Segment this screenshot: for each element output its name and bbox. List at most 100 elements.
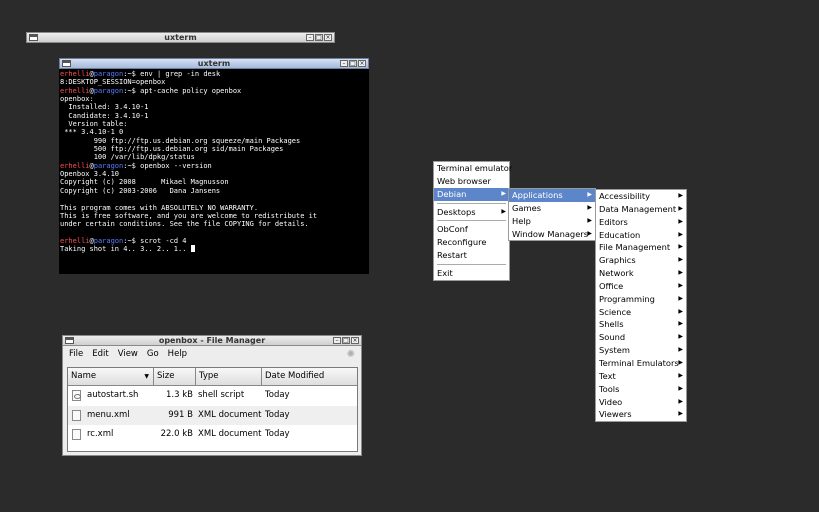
file-name-cell[interactable]: rc.xml: [68, 425, 154, 445]
root-menu-item-exit[interactable]: Exit: [434, 267, 509, 280]
column-header-type[interactable]: Type: [196, 368, 262, 385]
menu-item-label: Applications: [512, 190, 563, 200]
column-header-name[interactable]: Name ▼: [68, 368, 154, 385]
uxterm-shaded-window[interactable]: uxterm – □ ×: [26, 32, 335, 43]
applications-menu-item-science[interactable]: Science ▶: [596, 306, 686, 319]
applications-menu-item-education[interactable]: Education ▶: [596, 229, 686, 242]
applications-menu-item-terminal-emulators[interactable]: Terminal Emulators ▶: [596, 357, 686, 370]
output-text: Copyright (c) 2008 Mikael Magnusson: [60, 178, 229, 187]
applications-menu-item-accessibility[interactable]: Accessibility ▶: [596, 190, 686, 203]
menu-file[interactable]: File: [69, 349, 83, 359]
menu-edit[interactable]: Edit: [92, 349, 108, 359]
column-header-size[interactable]: Size: [154, 368, 196, 385]
applications-menu-item-editors[interactable]: Editors ▶: [596, 216, 686, 229]
maximize-button[interactable]: □: [342, 337, 350, 344]
file-name: rc.xml: [87, 429, 114, 439]
prompt-user: erhelli: [60, 236, 90, 245]
menu-item-label: Editors: [599, 216, 628, 227]
close-button[interactable]: ×: [358, 60, 366, 67]
terminal-line: Candidate: 3.4.10-1: [60, 112, 368, 120]
applications-menu-item-system[interactable]: System ▶: [596, 344, 686, 357]
column-header-label: Size: [157, 371, 175, 381]
table-row[interactable]: menu.xml 991 B XML document Today: [68, 405, 357, 426]
applications-menu-item-file-management[interactable]: File Management ▶: [596, 241, 686, 254]
window-title: uxterm: [197, 59, 231, 68]
applications-menu-item-text[interactable]: Text ▶: [596, 370, 686, 383]
file-date-modified: Today: [265, 429, 290, 439]
debian-menu-item-window-managers[interactable]: Window Managers ▶: [509, 228, 595, 241]
root-menu-item-obconf[interactable]: ObConf: [434, 223, 509, 236]
file-size: 1.3 kB: [166, 390, 193, 400]
applications-menu-item-programming[interactable]: Programming ▶: [596, 293, 686, 306]
applications-submenu: Accessibility ▶ Data Management ▶ Editors ▶ Ed…: [595, 189, 687, 423]
uxterm-titlebar[interactable]: uxterm – □ ×: [59, 58, 369, 69]
file-name: autostart.sh: [87, 390, 139, 400]
terminal-line: 8:DESKTOP_SESSION=openbox: [60, 78, 368, 86]
debian-menu-item-applications[interactable]: Applications ▶: [509, 189, 595, 202]
uxterm-window[interactable]: uxterm – □ × erhelli@paragon:~$ env | gr…: [59, 58, 369, 274]
submenu-arrow-icon: ▶: [678, 371, 683, 379]
menu-item-label: ObConf: [437, 224, 468, 235]
menu-item-label: Video: [599, 396, 623, 407]
menu-item-label: Terminal emulator: [437, 163, 513, 173]
applications-menu-item-tools[interactable]: Tools ▶: [596, 383, 686, 396]
menubar: File Edit View Go Help: [63, 346, 361, 362]
debian-menu-item-games[interactable]: Games ▶: [509, 202, 595, 215]
column-header-date-modified[interactable]: Date Modified: [262, 368, 357, 385]
iconify-button[interactable]: –: [333, 337, 341, 344]
root-menu-item-desktops[interactable]: Desktops ▶: [434, 206, 509, 219]
prompt-host: paragon: [93, 70, 124, 78]
file-name-cell[interactable]: menu.xml: [68, 406, 154, 426]
maximize-button[interactable]: □: [315, 34, 323, 41]
iconify-button[interactable]: –: [306, 34, 314, 41]
menu-help[interactable]: Help: [168, 349, 187, 359]
debian-menu-item-help[interactable]: Help ▶: [509, 215, 595, 228]
menu-go[interactable]: Go: [147, 349, 159, 359]
root-menu-item-web-browser[interactable]: Web browser: [434, 175, 509, 188]
close-button[interactable]: ×: [324, 34, 332, 41]
menu-item-label: Data Management: [599, 203, 677, 214]
applications-menu-item-video[interactable]: Video ▶: [596, 396, 686, 409]
applications-menu-item-network[interactable]: Network ▶: [596, 267, 686, 280]
maximize-button[interactable]: □: [349, 60, 357, 67]
file-name-cell[interactable]: autostart.sh: [68, 386, 154, 406]
applications-menu-item-office[interactable]: Office ▶: [596, 280, 686, 293]
output-text: Taking shot in 4.. 3.. 2.. 1..: [60, 245, 191, 254]
applications-menu-item-shells[interactable]: Shells ▶: [596, 318, 686, 331]
column-header-label: Type: [199, 371, 219, 381]
table-row[interactable]: autostart.sh 1.3 kB shell script Today: [68, 386, 357, 406]
command-text: env | grep -in desk: [140, 70, 221, 78]
root-menu-item-restart[interactable]: Restart: [434, 249, 509, 262]
file-list[interactable]: Name ▼ Size Type Date Modified autostart…: [67, 367, 358, 452]
iconify-button[interactable]: –: [340, 60, 348, 67]
table-row[interactable]: rc.xml 22.0 kB XML document Today: [68, 425, 357, 445]
applications-menu-item-viewers[interactable]: Viewers ▶: [596, 408, 686, 421]
root-menu-item-debian[interactable]: Debian ▶: [434, 187, 509, 201]
applications-menu-item-data-management[interactable]: Data Management ▶: [596, 203, 686, 216]
root-menu-item-reconfigure[interactable]: Reconfigure: [434, 236, 509, 249]
file-manager-window[interactable]: openbox - File Manager – □ × File Edit V…: [62, 335, 362, 456]
file-type: shell script: [198, 390, 245, 400]
file-date-modified: Today: [265, 409, 290, 420]
file-size: 991 B: [168, 409, 193, 420]
menu-item-label: Games: [512, 202, 542, 213]
submenu-arrow-icon: ▶: [501, 189, 506, 197]
file-manager-titlebar[interactable]: openbox - File Manager – □ ×: [62, 335, 362, 346]
submenu-arrow-icon: ▶: [678, 204, 683, 212]
output-text: Version table:: [60, 120, 128, 129]
submenu-arrow-icon: ▶: [678, 410, 683, 418]
close-button[interactable]: ×: [351, 337, 359, 344]
submenu-arrow-icon: ▶: [587, 191, 592, 198]
terminal-output[interactable]: erhelli@paragon:~$ env | grep -in desk 8:…: [59, 69, 369, 274]
terminal-line: erhelli@paragon:~$ apt-cache policy open…: [60, 87, 368, 95]
submenu-arrow-icon: ▶: [678, 243, 683, 251]
terminal-line: 500 ftp://ftp.us.debian.org sid/main Pac…: [60, 145, 368, 153]
output-text: This is free software, and you are welco…: [60, 211, 318, 220]
applications-menu-item-sound[interactable]: Sound ▶: [596, 331, 686, 344]
applications-menu-item-graphics[interactable]: Graphics ▶: [596, 254, 686, 267]
submenu-arrow-icon: ▶: [678, 384, 683, 392]
root-menu-item-terminal-emulator[interactable]: Terminal emulator: [434, 162, 513, 175]
prompt-user: erhelli: [60, 161, 90, 170]
uxterm-shaded-titlebar[interactable]: uxterm – □ ×: [26, 32, 335, 43]
menu-view[interactable]: View: [118, 349, 138, 359]
